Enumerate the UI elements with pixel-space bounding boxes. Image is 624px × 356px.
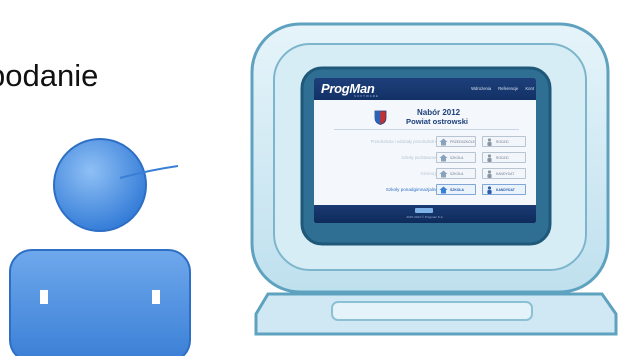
row-label: Szkoły podstawowe: [401, 155, 438, 160]
person-icon: [487, 154, 492, 162]
logo-subtitle: SOFTWARE: [354, 94, 379, 98]
button-label: SZKOŁA: [450, 188, 464, 192]
person-icon: [487, 170, 492, 178]
school-icon: [439, 186, 448, 194]
row-label: Szkoły ponadgimnazjalne: [385, 187, 438, 192]
divider: [334, 129, 519, 130]
user-role-button[interactable]: RODZIC: [482, 136, 526, 147]
button-label: RODZIC: [496, 140, 509, 144]
user-briefcase-icon: [9, 138, 191, 356]
nav-item-kontakt[interactable]: Kont: [525, 86, 534, 91]
app-screen: ProgMan SOFTWARE Wdrożenia Referencje Ko…: [314, 78, 536, 223]
list-item: Szkoły podstawowe SZKOŁA RODZIC: [320, 152, 536, 164]
button-label: RODZIC: [496, 156, 509, 160]
copyright-text: 2007-2012 © Progman S.A.: [406, 215, 444, 219]
nav-item-referencje[interactable]: Referencje: [498, 86, 518, 91]
user-role-button[interactable]: RODZIC: [482, 152, 526, 163]
coat-of-arms-icon: [374, 110, 387, 125]
app-footer: 2007-2012 © Progman S.A.: [314, 205, 536, 223]
school-icon: [439, 170, 448, 178]
footer-logo: [415, 208, 433, 213]
row-label: Przedszkola i oddziały przedszkolne: [370, 139, 438, 144]
school-button[interactable]: SZKOŁA: [436, 168, 476, 179]
button-label: PRZEDSZKOLE: [450, 140, 475, 144]
school-button[interactable]: PRZEDSZKOLE: [436, 136, 476, 147]
person-icon: [487, 186, 492, 194]
button-label: KANDYDAT: [496, 172, 515, 176]
user-role-button[interactable]: KANDYDAT: [482, 184, 526, 195]
list-item: Szkoły ponadgimnazjalne SZKOŁA KANDYDAT: [320, 184, 536, 196]
page-subtitle: Powiat ostrowski: [406, 117, 469, 126]
button-label: KANDYDAT: [496, 188, 515, 192]
school-button[interactable]: SZKOŁA: [436, 152, 476, 163]
user-role-button[interactable]: KANDYDAT: [482, 168, 526, 179]
button-label: SZKOŁA: [450, 172, 464, 176]
person-icon: [487, 138, 492, 146]
school-icon: [439, 154, 448, 162]
page-title: Nabór 2012: [417, 108, 461, 117]
list-item: Gimnazja SZKOŁA KANDYDAT: [320, 168, 536, 180]
slide-text: podanie: [0, 58, 99, 93]
nav-item-wdrozenia[interactable]: Wdrożenia: [471, 86, 491, 91]
app-header: ProgMan SOFTWARE Wdrożenia Referencje Ko…: [314, 78, 536, 100]
school-button[interactable]: SZKOŁA: [436, 184, 476, 195]
top-nav: Wdrożenia Referencje Kont: [471, 86, 534, 91]
list-item: Przedszkola i oddziały przedszkolne PRZE…: [320, 136, 536, 148]
button-label: SZKOŁA: [450, 156, 464, 160]
school-icon: [439, 138, 448, 146]
